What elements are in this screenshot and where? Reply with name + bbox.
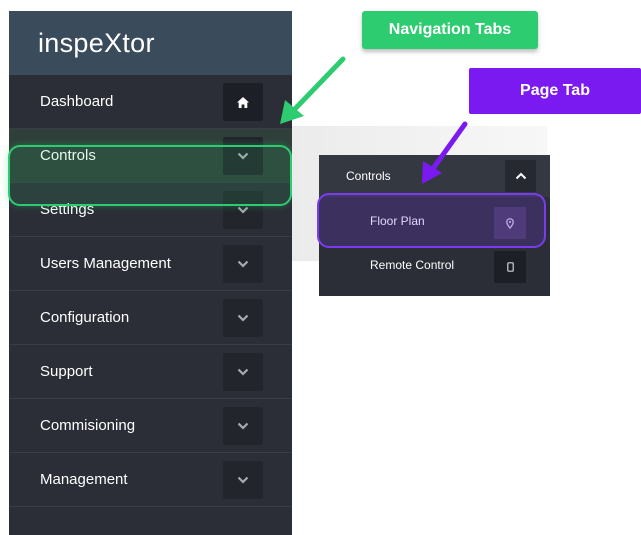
nav-item-label: Users Management (40, 255, 171, 272)
nav-item-label: Controls (40, 147, 96, 164)
chevron-down-icon[interactable] (223, 353, 263, 391)
page-tab-panel: Controls Floor Plan Remote Control (319, 155, 550, 296)
navigation-tabs: Dashboard Controls Settings Users Manage… (9, 75, 292, 507)
nav-item-controls[interactable]: Controls (9, 129, 292, 183)
nav-item-management[interactable]: Management (9, 453, 292, 507)
mobile-icon[interactable] (494, 251, 526, 283)
map-pin-icon[interactable] (494, 207, 526, 239)
chevron-down-icon[interactable] (223, 137, 263, 175)
chevron-down-icon[interactable] (223, 245, 263, 283)
nav-item-label: Configuration (40, 309, 130, 326)
nav-item-label: Settings (40, 201, 95, 218)
page-tab-header-label: Controls (346, 169, 391, 183)
nav-item-label: Support (40, 363, 93, 380)
nav-item-settings[interactable]: Settings (9, 183, 292, 237)
nav-item-commisioning[interactable]: Commisioning (9, 399, 292, 453)
home-icon[interactable] (223, 83, 263, 121)
navigation-tabs-callout: Navigation Tabs (362, 11, 538, 49)
nav-item-label: Management (40, 471, 128, 488)
nav-item-dashboard[interactable]: Dashboard (9, 75, 292, 129)
chevron-down-icon[interactable] (223, 299, 263, 337)
page-tab-header[interactable]: Controls (319, 155, 550, 197)
nav-item-label: Dashboard (40, 93, 114, 110)
sidebar: inspeXtor Dashboard Controls Settings Us… (9, 11, 292, 535)
chevron-down-icon[interactable] (223, 461, 263, 499)
page-tab-label: Remote Control (370, 258, 455, 272)
page-tab-floor-plan[interactable]: Floor Plan (319, 201, 550, 245)
nav-item-label: Commisioning (40, 417, 136, 434)
chevron-down-icon[interactable] (223, 407, 263, 445)
page-tab-label: Floor Plan (370, 214, 425, 228)
chevron-up-icon[interactable] (505, 160, 536, 192)
brand-logo: inspeXtor (9, 11, 292, 75)
chevron-down-icon[interactable] (223, 191, 263, 229)
nav-item-support[interactable]: Support (9, 345, 292, 399)
page-tab-remote-control[interactable]: Remote Control (319, 247, 550, 291)
nav-item-users-management[interactable]: Users Management (9, 237, 292, 291)
nav-item-configuration[interactable]: Configuration (9, 291, 292, 345)
page-tab-callout: Page Tab (469, 68, 641, 114)
